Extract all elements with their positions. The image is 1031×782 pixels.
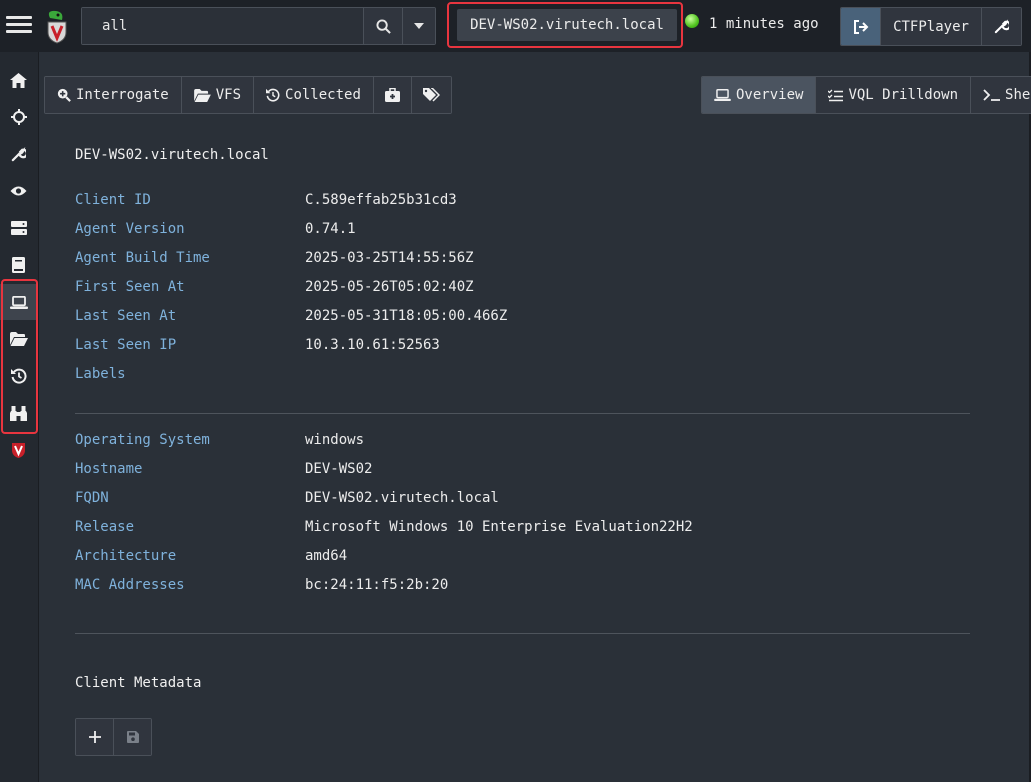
plus-icon [88, 731, 101, 743]
field-value: windows [305, 432, 365, 448]
collected-label: Collected [285, 87, 361, 103]
interrogate-button[interactable]: Interrogate [45, 77, 181, 113]
field-value: 2025-05-31T18:05:00.466Z [305, 308, 508, 324]
server-icon [10, 221, 27, 235]
sidebar-item-server[interactable] [0, 210, 37, 246]
medkit-icon [384, 88, 400, 102]
save-metadata-button[interactable] [113, 719, 151, 755]
medkit-button[interactable] [372, 77, 411, 113]
save-icon [126, 731, 139, 743]
sidebar-item-vfs[interactable] [0, 321, 37, 357]
caret-down-icon [414, 23, 424, 29]
field-label: First Seen At [75, 279, 185, 295]
logout-button[interactable] [841, 8, 880, 45]
tags-icon [422, 88, 440, 102]
field-value: 2025-05-26T05:02:40Z [305, 279, 474, 295]
search-dropdown-button[interactable] [402, 8, 435, 44]
wrench-icon [11, 146, 26, 161]
tab-vql-drilldown[interactable]: VQL Drilldown [815, 77, 971, 113]
section-divider [75, 413, 970, 414]
tab-overview-label: Overview [736, 87, 804, 103]
sidebar-item-home[interactable] [0, 62, 37, 98]
search-plus-icon [57, 88, 71, 102]
user-settings-button[interactable] [981, 8, 1021, 45]
client-metadata-title: Client Metadata [75, 675, 202, 691]
field-label: FQDN [75, 490, 109, 506]
history-icon [266, 88, 280, 102]
sidebar-item-collected[interactable] [0, 358, 37, 394]
user-controls: CTFPlayer [840, 7, 1022, 46]
client-view-tabs: Overview VQL Drilldown She [701, 76, 1031, 114]
search-input[interactable] [82, 8, 363, 44]
field-label: MAC Addresses [75, 577, 185, 593]
field-value: 0.74.1 [305, 221, 356, 237]
vfs-label: VFS [215, 87, 242, 103]
sidebar-item-monitor[interactable] [0, 173, 37, 209]
field-label: Architecture [75, 548, 177, 564]
sidebar-item-hunt-manager[interactable] [0, 395, 37, 431]
tab-overview[interactable]: Overview [702, 77, 816, 113]
field-label: Labels [75, 366, 126, 382]
tab-shell-label: She [1005, 87, 1031, 103]
sidebar-item-tools[interactable] [0, 136, 37, 172]
metadata-toolbar [75, 718, 152, 756]
last-seen-status: 1 minutes ago [709, 16, 819, 32]
field-label: Agent Version [75, 221, 185, 237]
search-icon [375, 18, 391, 34]
binoculars-icon [10, 405, 27, 421]
sidebar-item-client-overview[interactable] [0, 284, 37, 320]
online-status-icon [685, 14, 699, 28]
folder-open-icon [193, 88, 211, 102]
client-title: DEV-WS02.virutech.local [75, 147, 269, 163]
velociraptor-icon [12, 443, 25, 458]
tasks-icon [828, 89, 844, 101]
history-icon [10, 368, 26, 384]
add-metadata-button[interactable] [76, 719, 113, 755]
selected-client-hostname[interactable]: DEV-WS02.virutech.local [457, 9, 677, 41]
sidebar-item-about[interactable] [0, 432, 37, 468]
field-value: amd64 [305, 548, 348, 564]
section-divider [75, 633, 970, 634]
home-icon [10, 72, 27, 88]
client-search [81, 7, 436, 45]
interrogate-label: Interrogate [76, 87, 169, 103]
top-bar: DEV-WS02.virutech.local 1 minutes ago CT… [0, 0, 1031, 52]
collected-button[interactable]: Collected [253, 77, 373, 113]
label-button[interactable] [410, 77, 451, 113]
field-value: DEV-WS02 [305, 461, 373, 477]
field-value: DEV-WS02.virutech.local [305, 490, 499, 506]
field-label: Hostname [75, 461, 143, 477]
wrench-icon [994, 19, 1009, 34]
eye-icon [10, 186, 27, 196]
tab-shell[interactable]: She [970, 77, 1031, 113]
book-icon [12, 257, 25, 273]
menu-icon[interactable] [6, 12, 32, 36]
field-value: 2025-03-25T14:55:56Z [305, 250, 474, 266]
client-action-toolbar: Interrogate VFS Collected [44, 76, 452, 114]
field-label: Release [75, 519, 135, 535]
vfs-button[interactable]: VFS [180, 77, 254, 113]
field-label: Agent Build Time [75, 250, 210, 266]
field-label: Last Seen IP [75, 337, 177, 353]
laptop-icon [714, 89, 731, 101]
field-label: Client ID [75, 192, 151, 208]
field-value: Microsoft Windows 10 Enterprise Evaluati… [305, 519, 693, 535]
folder-open-icon [9, 332, 28, 346]
crosshairs-icon [10, 109, 27, 125]
search-button[interactable] [363, 8, 402, 44]
field-value: C.589effab25b31cd3 [305, 192, 457, 208]
tab-vql-drilldown-label: VQL Drilldown [848, 87, 959, 103]
field-value: 10.3.10.61:52563 [305, 337, 440, 353]
sign-out-icon [853, 19, 868, 34]
sidebar [0, 52, 39, 782]
field-label: Operating System [75, 432, 210, 448]
field-label: Last Seen At [75, 308, 177, 324]
user-button[interactable]: CTFPlayer [880, 8, 981, 45]
terminal-icon [983, 89, 1001, 101]
velociraptor-logo-icon[interactable] [44, 8, 70, 48]
field-value: bc:24:11:f5:2b:20 [305, 577, 449, 593]
sidebar-item-hunt[interactable] [0, 99, 37, 135]
laptop-icon [9, 295, 28, 309]
sidebar-item-notebooks[interactable] [0, 247, 37, 283]
